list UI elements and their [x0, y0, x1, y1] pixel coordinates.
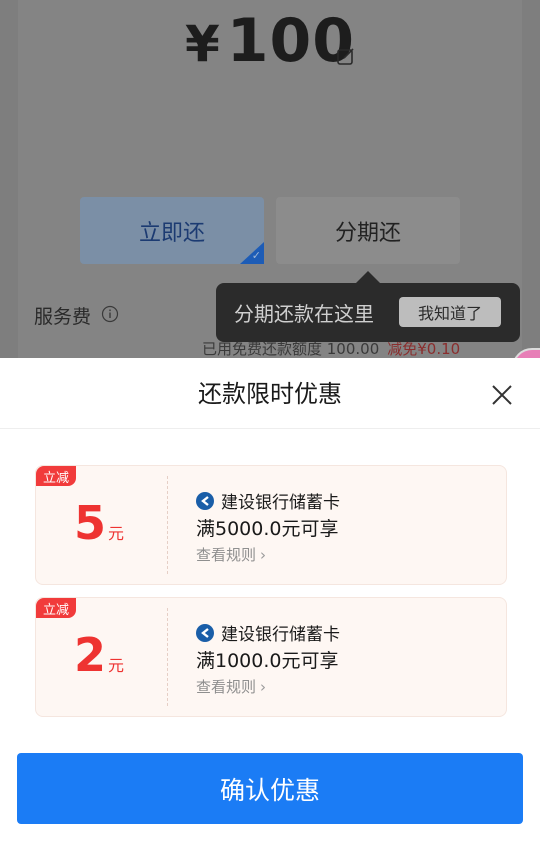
bank-name: 建设银行储蓄卡	[221, 493, 340, 513]
repay-now-button[interactable]: 立即还 ✓	[80, 197, 264, 264]
currency-symbol: ¥	[184, 15, 221, 73]
coupon-separator	[167, 608, 168, 706]
tooltip-arrow	[356, 271, 380, 283]
coupon-amount-value: 2	[74, 628, 107, 682]
view-rules-link[interactable]: 查看规则 ›	[196, 544, 266, 565]
coupon-card[interactable]: 立减 5元 建设银行储蓄卡 满5000.0元可享 查看规则 ›	[35, 465, 507, 585]
check-icon: ✓	[251, 249, 261, 262]
repay-now-label: 立即还	[138, 220, 205, 246]
view-rules-link[interactable]: 查看规则 ›	[196, 676, 266, 697]
installment-button[interactable]: 分期还	[276, 197, 460, 264]
ccb-bank-icon	[196, 623, 214, 642]
close-icon[interactable]	[491, 384, 513, 406]
background-page: ¥100 立即还 ✓ 分期还 服务费 已用免费还款额度 100.00 减免¥0.1…	[0, 0, 540, 360]
bank-row: 建设银行储蓄卡	[196, 488, 340, 513]
quota-used: 已用免费还款额度 100.00	[202, 340, 380, 358]
bank-row: 建设银行储蓄卡	[196, 620, 340, 645]
coupon-condition: 满5000.0元可享	[196, 518, 339, 540]
tooltip-dismiss-button[interactable]: 我知道了	[399, 297, 501, 327]
bank-name: 建设银行储蓄卡	[221, 625, 340, 645]
ccb-bank-icon	[196, 491, 214, 510]
discount-sheet: 还款限时优惠 立减 5元 建设银行储蓄卡 满5000.0元可享 查看规则 › 立减…	[0, 358, 540, 848]
coupon-unit: 元	[108, 656, 125, 675]
coupon-amount: 5元	[74, 500, 124, 546]
divider	[0, 428, 540, 429]
installment-label: 分期还	[334, 220, 401, 246]
coupon-unit: 元	[108, 524, 125, 543]
chevron-right-icon: ›	[260, 678, 267, 696]
edit-icon[interactable]	[336, 46, 356, 66]
coupon-condition: 满1000.0元可享	[196, 650, 339, 672]
chevron-right-icon: ›	[260, 546, 267, 564]
coupon-amount-value: 5	[74, 496, 107, 550]
info-icon[interactable]	[101, 305, 119, 323]
sheet-title: 还款限时优惠	[198, 380, 342, 408]
coupon-amount: 2元	[74, 632, 124, 678]
repay-amount: ¥100	[0, 6, 540, 76]
coupon-separator	[167, 476, 168, 574]
tooltip-text: 分期还款在这里	[234, 302, 374, 326]
coupon-card[interactable]: 立减 2元 建设银行储蓄卡 满1000.0元可享 查看规则 ›	[35, 597, 507, 717]
service-fee-label: 服务费	[34, 306, 92, 328]
view-rules-label: 查看规则	[196, 546, 257, 564]
discount-amount: 减免¥0.10	[387, 340, 461, 358]
coupon-tag: 立减	[36, 466, 76, 486]
coupon-tag: 立减	[36, 598, 76, 618]
confirm-discount-button[interactable]: 确认优惠	[17, 753, 523, 824]
view-rules-label: 查看规则	[196, 678, 257, 696]
